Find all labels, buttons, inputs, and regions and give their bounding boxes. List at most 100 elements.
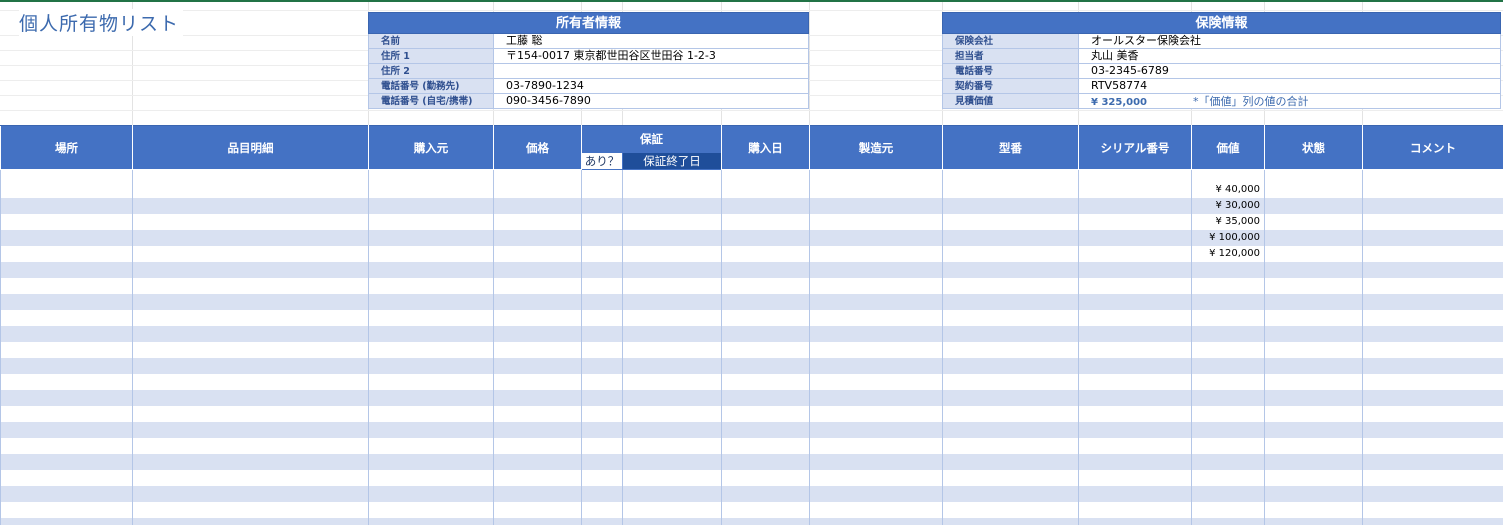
table-cell[interactable] xyxy=(0,293,133,310)
table-cell[interactable] xyxy=(809,469,943,486)
table-cell[interactable] xyxy=(622,389,722,406)
table-cell[interactable] xyxy=(622,309,722,326)
table-cell[interactable] xyxy=(721,421,810,438)
table-cell[interactable] xyxy=(368,181,494,198)
table-cell[interactable] xyxy=(132,373,369,390)
owner-label[interactable]: 電話番号 (自宅/携帯) xyxy=(368,94,493,109)
table-cell[interactable] xyxy=(809,453,943,470)
table-cell[interactable] xyxy=(1078,277,1192,294)
table-cell[interactable] xyxy=(942,169,1079,182)
table-cell[interactable] xyxy=(0,309,133,326)
table-cell[interactable] xyxy=(368,389,494,406)
col-header-comment[interactable]: コメント xyxy=(1362,125,1503,170)
table-cell[interactable] xyxy=(493,229,582,246)
table-cell[interactable] xyxy=(1362,469,1503,486)
table-cell[interactable] xyxy=(1362,405,1503,422)
table-cell[interactable] xyxy=(0,389,133,406)
table-cell[interactable] xyxy=(721,485,810,502)
table-cell[interactable] xyxy=(622,325,722,342)
table-cell[interactable] xyxy=(622,501,722,518)
table-cell[interactable] xyxy=(942,501,1079,518)
table-cell[interactable] xyxy=(581,213,623,230)
table-cell[interactable] xyxy=(721,341,810,358)
table-cell[interactable] xyxy=(0,197,133,214)
owner-label[interactable]: 電話番号 (勤務先) xyxy=(368,79,493,94)
owner-value[interactable]: 〒154-0017 東京都世田谷区世田谷 1-2-3 xyxy=(493,49,809,64)
table-cell[interactable] xyxy=(368,517,494,525)
table-cell[interactable] xyxy=(1362,181,1503,198)
table-cell[interactable] xyxy=(132,421,369,438)
table-cell[interactable] xyxy=(1078,405,1192,422)
table-cell[interactable] xyxy=(942,437,1079,454)
table-cell[interactable] xyxy=(622,245,722,262)
value-cell[interactable] xyxy=(1191,437,1265,454)
table-cell[interactable] xyxy=(942,245,1079,262)
table-cell[interactable] xyxy=(1362,197,1503,214)
table-cell[interactable] xyxy=(622,373,722,390)
table-cell[interactable] xyxy=(721,357,810,374)
table-cell[interactable] xyxy=(581,453,623,470)
table-cell[interactable] xyxy=(0,453,133,470)
table-cell[interactable] xyxy=(622,293,722,310)
table-cell[interactable] xyxy=(721,389,810,406)
table-cell[interactable] xyxy=(622,517,722,525)
table-cell[interactable] xyxy=(581,245,623,262)
value-cell[interactable] xyxy=(1191,373,1265,390)
table-cell[interactable] xyxy=(368,213,494,230)
table-cell[interactable] xyxy=(1362,277,1503,294)
table-cell[interactable] xyxy=(809,373,943,390)
table-cell[interactable] xyxy=(1078,341,1192,358)
table-cell[interactable] xyxy=(368,453,494,470)
table-cell[interactable] xyxy=(581,293,623,310)
table-cell[interactable] xyxy=(368,357,494,374)
insurance-label[interactable]: 担当者 xyxy=(942,49,1078,64)
insurance-label[interactable]: 保険会社 xyxy=(942,34,1078,49)
table-cell[interactable] xyxy=(493,261,582,278)
table-cell[interactable] xyxy=(368,341,494,358)
table-cell[interactable] xyxy=(0,469,133,486)
table-cell[interactable] xyxy=(493,309,582,326)
table-cell[interactable] xyxy=(721,277,810,294)
table-cell[interactable] xyxy=(1362,357,1503,374)
table-cell[interactable] xyxy=(721,325,810,342)
table-cell[interactable] xyxy=(581,169,623,182)
table-cell[interactable] xyxy=(1362,325,1503,342)
table-cell[interactable] xyxy=(1264,389,1363,406)
table-cell[interactable] xyxy=(1078,389,1192,406)
table-cell[interactable] xyxy=(721,245,810,262)
table-cell[interactable] xyxy=(493,169,582,182)
table-cell[interactable] xyxy=(942,181,1079,198)
table-cell[interactable] xyxy=(1078,309,1192,326)
table-cell[interactable] xyxy=(1264,245,1363,262)
table-cell[interactable] xyxy=(0,405,133,422)
table-cell[interactable] xyxy=(809,405,943,422)
table-cell[interactable] xyxy=(1078,197,1192,214)
table-cell[interactable] xyxy=(132,277,369,294)
table-cell[interactable] xyxy=(942,357,1079,374)
table-cell[interactable] xyxy=(1078,213,1192,230)
table-cell[interactable] xyxy=(721,197,810,214)
table-cell[interactable] xyxy=(1264,501,1363,518)
table-cell[interactable] xyxy=(1078,517,1192,525)
table-cell[interactable] xyxy=(1264,293,1363,310)
table-cell[interactable] xyxy=(368,421,494,438)
table-cell[interactable] xyxy=(132,229,369,246)
table-cell[interactable] xyxy=(1264,229,1363,246)
table-cell[interactable] xyxy=(493,405,582,422)
insurance-value[interactable]: オールスター保険会社 xyxy=(1078,34,1501,49)
table-cell[interactable] xyxy=(942,421,1079,438)
table-cell[interactable] xyxy=(132,245,369,262)
value-cell[interactable]: ¥ 30,000 xyxy=(1191,197,1265,214)
table-cell[interactable] xyxy=(581,357,623,374)
table-cell[interactable] xyxy=(368,169,494,182)
table-cell[interactable] xyxy=(1362,421,1503,438)
table-cell[interactable] xyxy=(1078,229,1192,246)
table-cell[interactable] xyxy=(132,325,369,342)
table-cell[interactable] xyxy=(581,309,623,326)
table-cell[interactable] xyxy=(809,421,943,438)
table-cell[interactable] xyxy=(0,261,133,278)
table-cell[interactable] xyxy=(1264,309,1363,326)
value-cell[interactable] xyxy=(1191,485,1265,502)
col-header-purchased-from[interactable]: 購入元 xyxy=(368,125,494,170)
table-cell[interactable] xyxy=(1078,245,1192,262)
